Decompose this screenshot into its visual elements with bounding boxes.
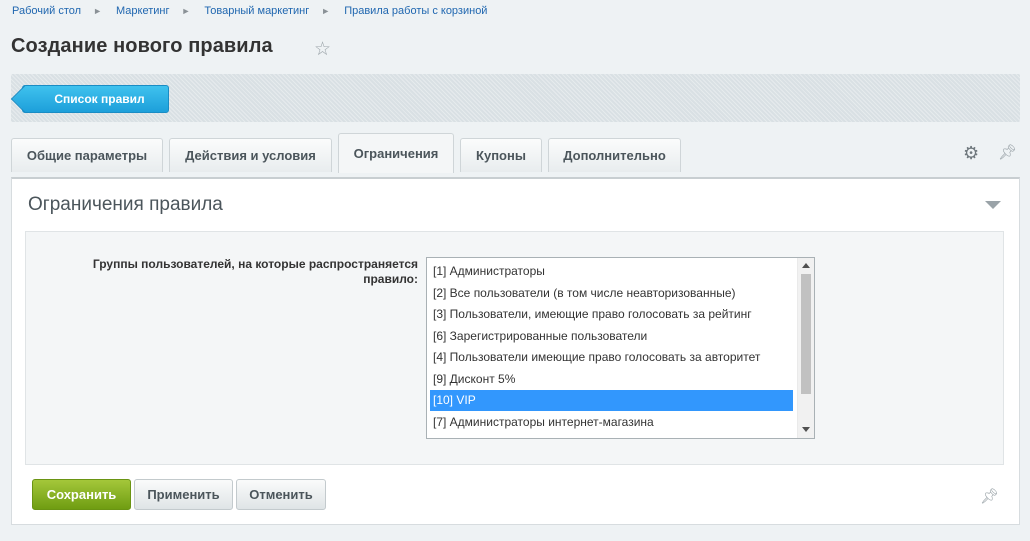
restrictions-panel: Ограничения правила Группы пользователей… (11, 177, 1020, 525)
user-group-option[interactable]: [1] Администраторы (430, 261, 793, 282)
form-area: Группы пользователей, на которые распрос… (25, 231, 1004, 465)
select-scrollbar[interactable] (797, 258, 814, 438)
tab-additional[interactable]: Дополнительно (548, 138, 681, 172)
breadcrumb-item-product-marketing[interactable]: Товарный маркетинг (204, 5, 309, 17)
tab-label: Купоны (476, 148, 526, 163)
user-groups-label: Группы пользователей, на которые распрос… (92, 257, 418, 286)
user-group-option[interactable]: [4] Пользователи имеющие право голосоват… (430, 347, 793, 368)
user-group-option[interactable]: [7] Администраторы интернет-магазина (430, 412, 793, 433)
breadcrumb-item-desktop[interactable]: Рабочий стол (12, 5, 81, 17)
user-group-option[interactable]: [9] Дисконт 5% (430, 369, 793, 390)
scroll-thumb[interactable] (801, 274, 811, 394)
scroll-down-arrow-icon[interactable] (802, 427, 810, 432)
tab-label: Ограничения (353, 146, 439, 161)
star-outline-icon[interactable]: ☆ (314, 38, 331, 61)
save-button[interactable]: Сохранить (32, 479, 131, 510)
user-groups-select[interactable]: [1] Администраторы [2] Все пользователи … (426, 257, 815, 439)
tab-label: Дополнительно (563, 148, 666, 163)
tab-restrictions[interactable]: Ограничения (338, 133, 454, 173)
breadcrumb: Рабочий стол ► Маркетинг ► Товарный марк… (12, 5, 487, 17)
user-group-option-selected[interactable]: [10] VIP (430, 390, 793, 411)
triangle-down-icon[interactable] (985, 201, 1001, 209)
tab-bar: Общие параметры Действия и условия Огран… (11, 133, 687, 173)
rules-list-button-label: Список правил (54, 92, 145, 106)
tab-coupons[interactable]: Купоны (460, 138, 542, 172)
user-group-option[interactable]: [6] Зарегистрированные пользователи (430, 326, 793, 347)
toolbar: Список правил (11, 74, 1020, 122)
breadcrumb-item-cart-rules[interactable]: Правила работы с корзиной (344, 5, 487, 17)
cancel-button[interactable]: Отменить (236, 479, 326, 510)
tab-label: Действия и условия (185, 148, 316, 163)
tab-label: Общие параметры (26, 148, 148, 163)
tab-actions-conditions[interactable]: Действия и условия (169, 138, 332, 172)
rules-list-button[interactable]: Список правил (22, 85, 169, 113)
pin-icon[interactable]: 📌︎ (998, 143, 1017, 161)
chevron-right-icon: ► (181, 6, 191, 16)
user-group-option[interactable]: [2] Все пользователи (в том числе неавто… (430, 283, 793, 304)
gear-icon[interactable]: ⚙ (963, 143, 979, 164)
user-group-option[interactable]: [3] Пользователи, имеющие право голосова… (430, 304, 793, 325)
breadcrumb-item-marketing[interactable]: Маркетинг (116, 5, 169, 17)
pin-icon[interactable]: 📌︎ (980, 487, 999, 505)
apply-button[interactable]: Применить (134, 479, 233, 510)
tab-general-params[interactable]: Общие параметры (11, 138, 163, 172)
chevron-right-icon: ► (93, 6, 102, 16)
scroll-up-arrow-icon[interactable] (802, 263, 810, 268)
chevron-right-icon: ► (321, 6, 331, 16)
page-title: Создание нового правила (11, 35, 273, 57)
section-title: Ограничения правила (28, 194, 223, 215)
